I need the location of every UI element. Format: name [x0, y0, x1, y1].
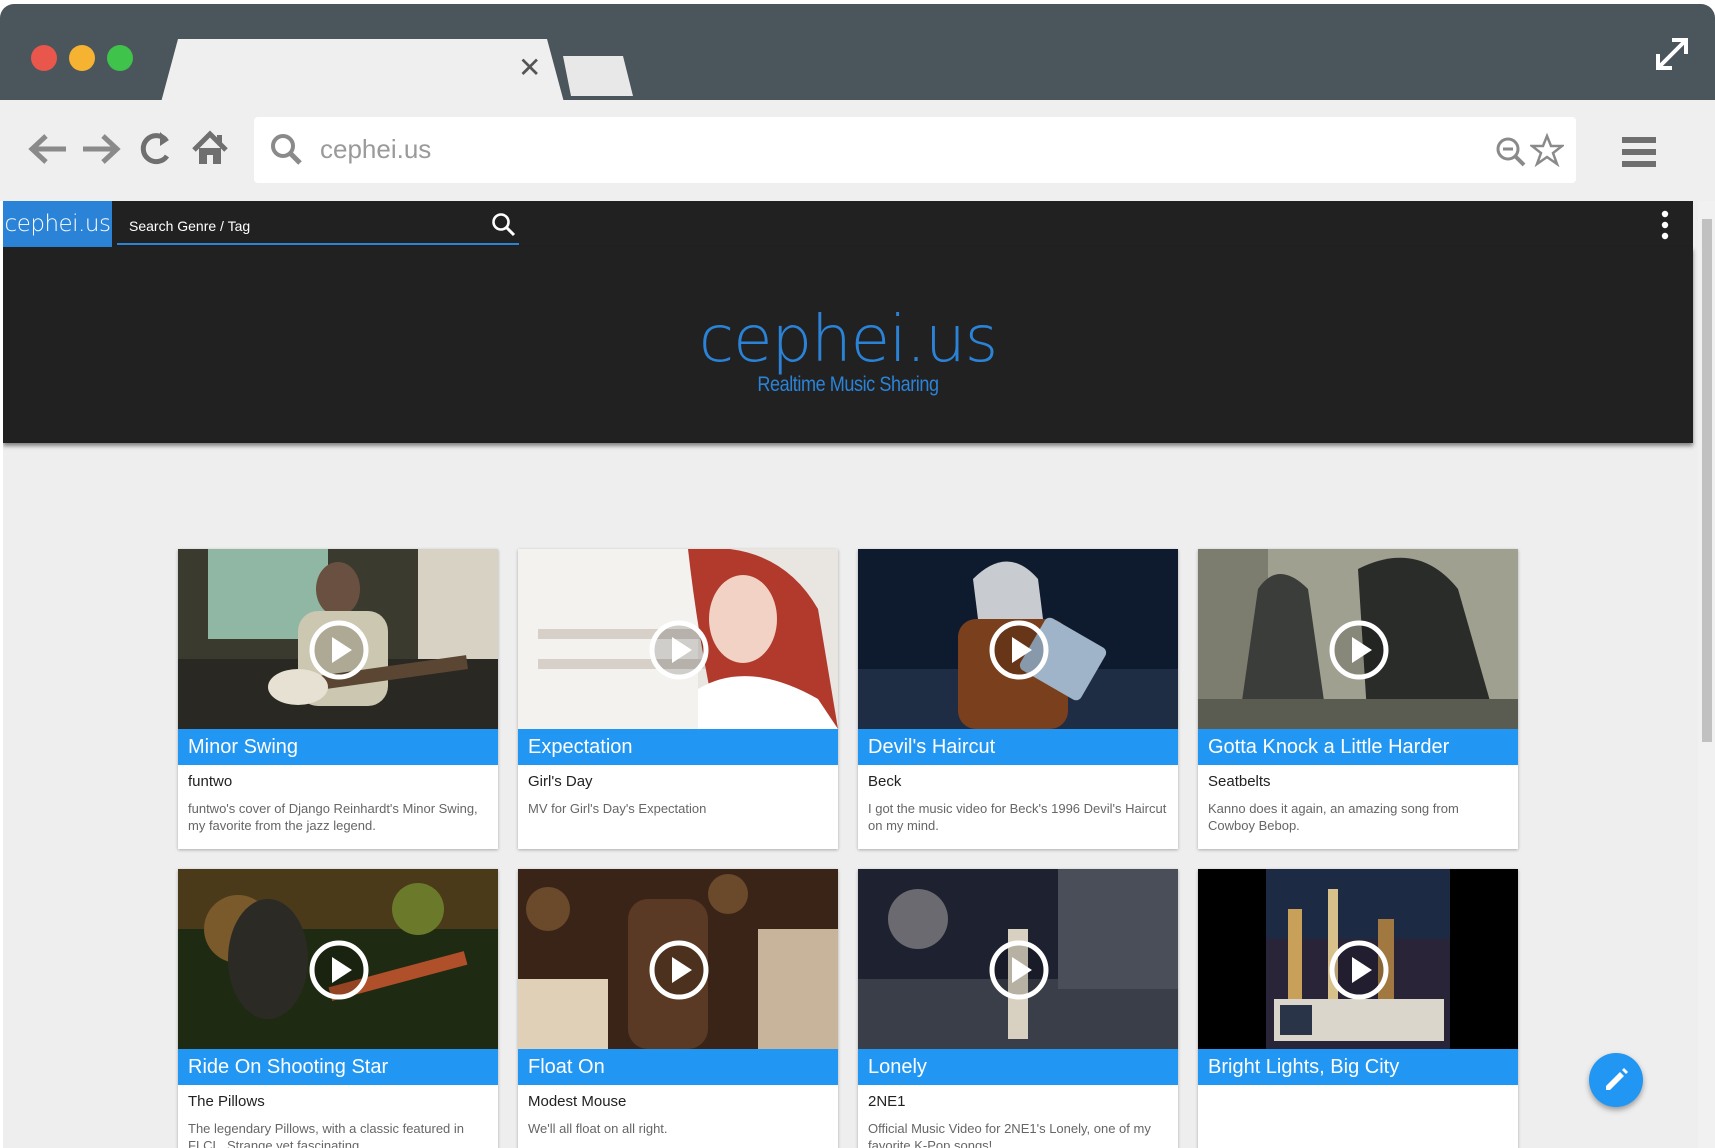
address-bar[interactable]: cephei.us: [254, 117, 1576, 183]
play-icon[interactable]: [648, 619, 710, 681]
video-thumbnail[interactable]: [178, 869, 498, 1049]
video-thumbnail[interactable]: [178, 549, 498, 729]
search-input[interactable]: [117, 214, 467, 238]
browser-tab-active[interactable]: [160, 39, 565, 106]
video-thumbnail[interactable]: [1198, 869, 1518, 1049]
browser-titlebar: ✕: [0, 4, 1715, 106]
play-icon[interactable]: [988, 619, 1050, 681]
play-icon[interactable]: [988, 939, 1050, 1001]
play-icon[interactable]: [1328, 619, 1390, 681]
card-artist: Seatbelts: [1208, 773, 1271, 790]
card-description: Kanno does it again, an amazing song fro…: [1208, 801, 1459, 833]
star-icon[interactable]: [1530, 133, 1564, 167]
reload-icon[interactable]: [136, 126, 174, 172]
card-title[interactable]: Ride On Shooting Star: [178, 1049, 498, 1085]
zoom-icon[interactable]: [1494, 135, 1528, 169]
fullscreen-icon[interactable]: [1652, 34, 1692, 74]
song-card[interactable]: Lonely 2NE1 Official Music Video for 2NE…: [858, 869, 1178, 1148]
hero-title: cephei.us: [698, 303, 998, 377]
search-box: [117, 208, 519, 245]
song-card[interactable]: Gotta Knock a Little Harder Seatbelts Ka…: [1198, 549, 1518, 849]
card-description: I got the music video for Beck's 1996 De…: [868, 801, 1167, 833]
card-title[interactable]: Lonely: [858, 1049, 1178, 1085]
browser-window: ✕ cephei.us cephei.us Search Genre / Tag…: [0, 0, 1715, 1148]
song-card[interactable]: Ride On Shooting Star The Pillows The le…: [178, 869, 498, 1148]
play-icon[interactable]: [648, 939, 710, 1001]
tab-close-icon[interactable]: ✕: [518, 54, 541, 82]
card-title[interactable]: Float On: [518, 1049, 838, 1085]
card-title[interactable]: Gotta Knock a Little Harder: [1198, 729, 1518, 765]
video-thumbnail[interactable]: [518, 869, 838, 1049]
video-thumbnail[interactable]: [858, 549, 1178, 729]
song-card[interactable]: Expectation Girl's Day MV for Girl's Day…: [518, 549, 838, 849]
video-thumbnail[interactable]: [1198, 549, 1518, 729]
card-artist: funtwo: [188, 773, 233, 790]
play-icon[interactable]: [308, 939, 370, 1001]
card-artist: Beck: [868, 773, 902, 790]
card-artist: Modest Mouse: [528, 1093, 627, 1110]
video-thumbnail[interactable]: [518, 549, 838, 729]
play-icon[interactable]: [1328, 939, 1390, 1001]
card-artist: Girl's Day: [528, 773, 593, 790]
scrollbar-thumb[interactable]: [1702, 219, 1712, 742]
pencil-icon: [1606, 1068, 1628, 1090]
card-artist: The Pillows: [188, 1093, 265, 1110]
play-icon[interactable]: [308, 619, 370, 681]
card-title[interactable]: Minor Swing: [178, 729, 498, 765]
card-title[interactable]: Devil's Haircut: [858, 729, 1178, 765]
home-icon[interactable]: [190, 126, 230, 172]
page-viewport: cephei.us cephei.us Realtime Music Shari…: [3, 201, 1715, 1148]
hero-banner: cephei.us Realtime Music Sharing: [3, 247, 1693, 443]
card-artist: 2NE1: [868, 1093, 906, 1110]
close-window-button[interactable]: [31, 45, 57, 71]
more-vert-icon[interactable]: [1660, 210, 1670, 240]
song-card[interactable]: Float On Modest Mouse We'll all float on…: [518, 869, 838, 1148]
search-icon[interactable]: [490, 211, 518, 239]
minimize-window-button[interactable]: [69, 45, 95, 71]
card-description: Official Music Video for 2NE1's Lonely, …: [868, 1121, 1151, 1148]
song-card[interactable]: Devil's Haircut Beck I got the music vid…: [858, 549, 1178, 849]
card-description: We'll all float on all right.: [528, 1121, 668, 1136]
song-card[interactable]: Bright Lights, Big City: [1198, 869, 1518, 1148]
card-description: MV for Girl's Day's Expectation: [528, 801, 707, 816]
video-thumbnail[interactable]: [858, 869, 1178, 1049]
scrollbar[interactable]: [1698, 201, 1715, 1148]
new-tab-button[interactable]: [563, 56, 633, 96]
card-title[interactable]: Expectation: [518, 729, 838, 765]
forward-icon[interactable]: [79, 126, 123, 172]
card-description: The legendary Pillows, with a classic fe…: [188, 1121, 465, 1148]
card-description: funtwo's cover of Django Reinhardt's Min…: [188, 801, 478, 833]
menu-icon[interactable]: [1620, 134, 1658, 170]
back-icon[interactable]: [26, 126, 70, 172]
compose-fab-button[interactable]: [1589, 1053, 1643, 1107]
maximize-window-button[interactable]: [107, 45, 133, 71]
song-card[interactable]: Minor Swing funtwo funtwo's cover of Dja…: [178, 549, 498, 849]
card-title[interactable]: Bright Lights, Big City: [1198, 1049, 1518, 1085]
app-bar: cephei.us: [3, 201, 1693, 247]
address-text[interactable]: cephei.us: [320, 134, 431, 165]
search-icon: [271, 134, 302, 165]
hero-subtitle: Realtime Music Sharing: [757, 373, 939, 396]
app-logo[interactable]: cephei.us: [3, 201, 112, 247]
